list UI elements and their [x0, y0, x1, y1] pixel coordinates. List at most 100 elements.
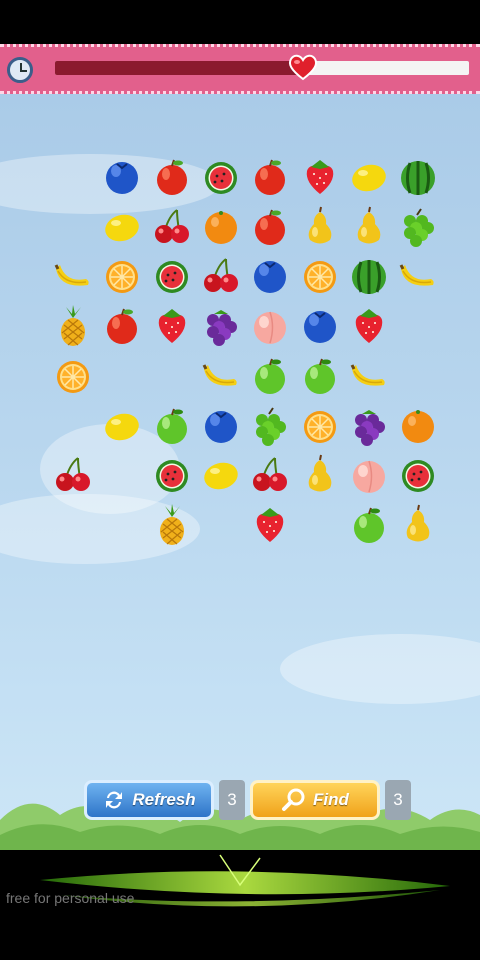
fruit-tile-orange-slice[interactable] [299, 255, 341, 297]
blueberry-icon [254, 261, 287, 294]
blueberry-icon [204, 410, 237, 443]
banana-icon [399, 264, 434, 287]
fruit-tile-pineapple[interactable] [52, 305, 94, 347]
fruit-tile-apple[interactable] [151, 156, 193, 198]
blueberry-icon [106, 162, 139, 194]
fruit-tile-green-apple[interactable] [249, 355, 291, 397]
refresh-count: 3 [219, 780, 245, 820]
fruit-tile-cherry[interactable] [52, 454, 94, 496]
watermelon-icon [155, 460, 188, 493]
fruit-tile-cherry[interactable] [249, 454, 291, 496]
cherry-icon [154, 208, 189, 243]
grapes-green-icon [404, 208, 435, 247]
fruit-tile-grapes-purple[interactable] [348, 405, 390, 447]
fruit-tile-watermelon[interactable] [151, 454, 193, 496]
watermelon-icon [402, 460, 435, 493]
game-board [0, 94, 480, 850]
fruit-tile-blueberry[interactable] [249, 255, 291, 297]
fruit-tile-watermelon[interactable] [397, 454, 439, 496]
magnifier-icon [282, 788, 305, 811]
fruit-tile-strawberry[interactable] [299, 156, 341, 198]
pear-icon [357, 206, 381, 244]
fruit-tile-strawberry[interactable] [348, 305, 390, 347]
green-apple-icon [156, 408, 187, 444]
fruit-tile-strawberry[interactable] [249, 504, 291, 546]
blueberry-icon [303, 311, 336, 344]
fruit-tile-banana[interactable] [397, 255, 439, 297]
fruit-tile-cherry[interactable] [200, 255, 242, 297]
fruit-tile-strawberry[interactable] [151, 305, 193, 347]
fruit-tile-green-apple[interactable] [151, 405, 193, 447]
fruit-tile-banana[interactable] [348, 355, 390, 397]
fruit-tile-lemon[interactable] [348, 156, 390, 198]
orange-icon [204, 210, 237, 244]
refresh-icon [106, 791, 123, 809]
pear-icon [308, 454, 331, 492]
grapes-purple-icon [206, 310, 237, 347]
fruit-tile-pear[interactable] [348, 206, 390, 248]
fruit-tile-lemon[interactable] [101, 405, 143, 447]
fruit-tile-orange[interactable] [397, 405, 439, 447]
fruit-tile-watermelon[interactable] [151, 255, 193, 297]
banana-icon [350, 364, 385, 386]
fruit-tile-grapes-green[interactable] [249, 405, 291, 447]
cloud [280, 634, 480, 704]
fruit-tile-blueberry[interactable] [200, 405, 242, 447]
fruit-tile-blueberry[interactable] [101, 156, 143, 198]
fruit-tile-cherry[interactable] [151, 206, 193, 248]
time-progress-bar [55, 61, 469, 75]
fruit-tile-grapes-purple[interactable] [200, 305, 242, 347]
fruit-tile-apple[interactable] [249, 156, 291, 198]
fruit-tile-banana[interactable] [200, 355, 242, 397]
fruit-tile-blueberry[interactable] [299, 305, 341, 347]
ad-banner[interactable]: free for personal use [0, 850, 480, 960]
heart-icon [289, 54, 318, 81]
lemon-icon [105, 413, 140, 440]
fruit-tile-apple[interactable] [101, 305, 143, 347]
cherry-icon [203, 258, 238, 293]
refresh-label: Refresh [132, 790, 196, 809]
fruit-tile-pear[interactable] [299, 206, 341, 248]
peach-icon [254, 311, 287, 345]
orange-icon [402, 409, 435, 443]
fruit-tile-pear[interactable] [299, 454, 341, 496]
fruit-tile-grapes-green[interactable] [397, 206, 439, 248]
fruit-tile-orange[interactable] [200, 206, 242, 248]
orange-slice-icon [106, 261, 139, 294]
watermelon-whole-icon [401, 161, 436, 195]
pear-icon [406, 504, 430, 542]
strawberry-icon [355, 309, 383, 344]
fruit-tile-pineapple[interactable] [151, 503, 193, 546]
fruit-tile-lemon[interactable] [200, 454, 242, 496]
fruit-tile-watermelon-whole[interactable] [348, 255, 390, 297]
apple-icon [255, 159, 286, 195]
fruit-tile-watermelon[interactable] [200, 156, 242, 198]
fruit-tile-peach[interactable] [348, 454, 390, 496]
status-bar [0, 0, 480, 44]
fruit-tile-orange-slice[interactable] [101, 255, 143, 297]
green-apple-icon [304, 358, 335, 394]
fruit-tile-lemon[interactable] [101, 206, 143, 248]
banana-icon [54, 264, 89, 287]
fruit-tile-orange-slice[interactable] [299, 405, 341, 447]
grapes-purple-icon [354, 409, 385, 446]
find-button[interactable]: Find [250, 780, 380, 820]
fruit-tile-watermelon-whole[interactable] [397, 156, 439, 198]
fruit-tile-orange-slice[interactable] [52, 355, 94, 397]
fruit-tile-green-apple[interactable] [299, 355, 341, 397]
fruit-tile-green-apple[interactable] [348, 504, 390, 546]
lemon-icon [105, 214, 140, 241]
stopwatch-icon [7, 57, 33, 83]
lemon-icon [204, 462, 238, 490]
peach-icon [352, 460, 385, 494]
apple-icon [107, 308, 138, 345]
fruit-tile-apple[interactable] [249, 206, 291, 248]
refresh-button[interactable]: Refresh [84, 780, 214, 820]
fruit-tile-pear[interactable] [397, 504, 439, 546]
grapes-green-icon [256, 406, 287, 446]
green-apple-icon [255, 358, 286, 394]
strawberry-icon [158, 309, 185, 344]
fruit-tile-banana[interactable] [52, 255, 94, 297]
strawberry-icon [256, 507, 284, 542]
fruit-tile-peach[interactable] [249, 305, 291, 347]
